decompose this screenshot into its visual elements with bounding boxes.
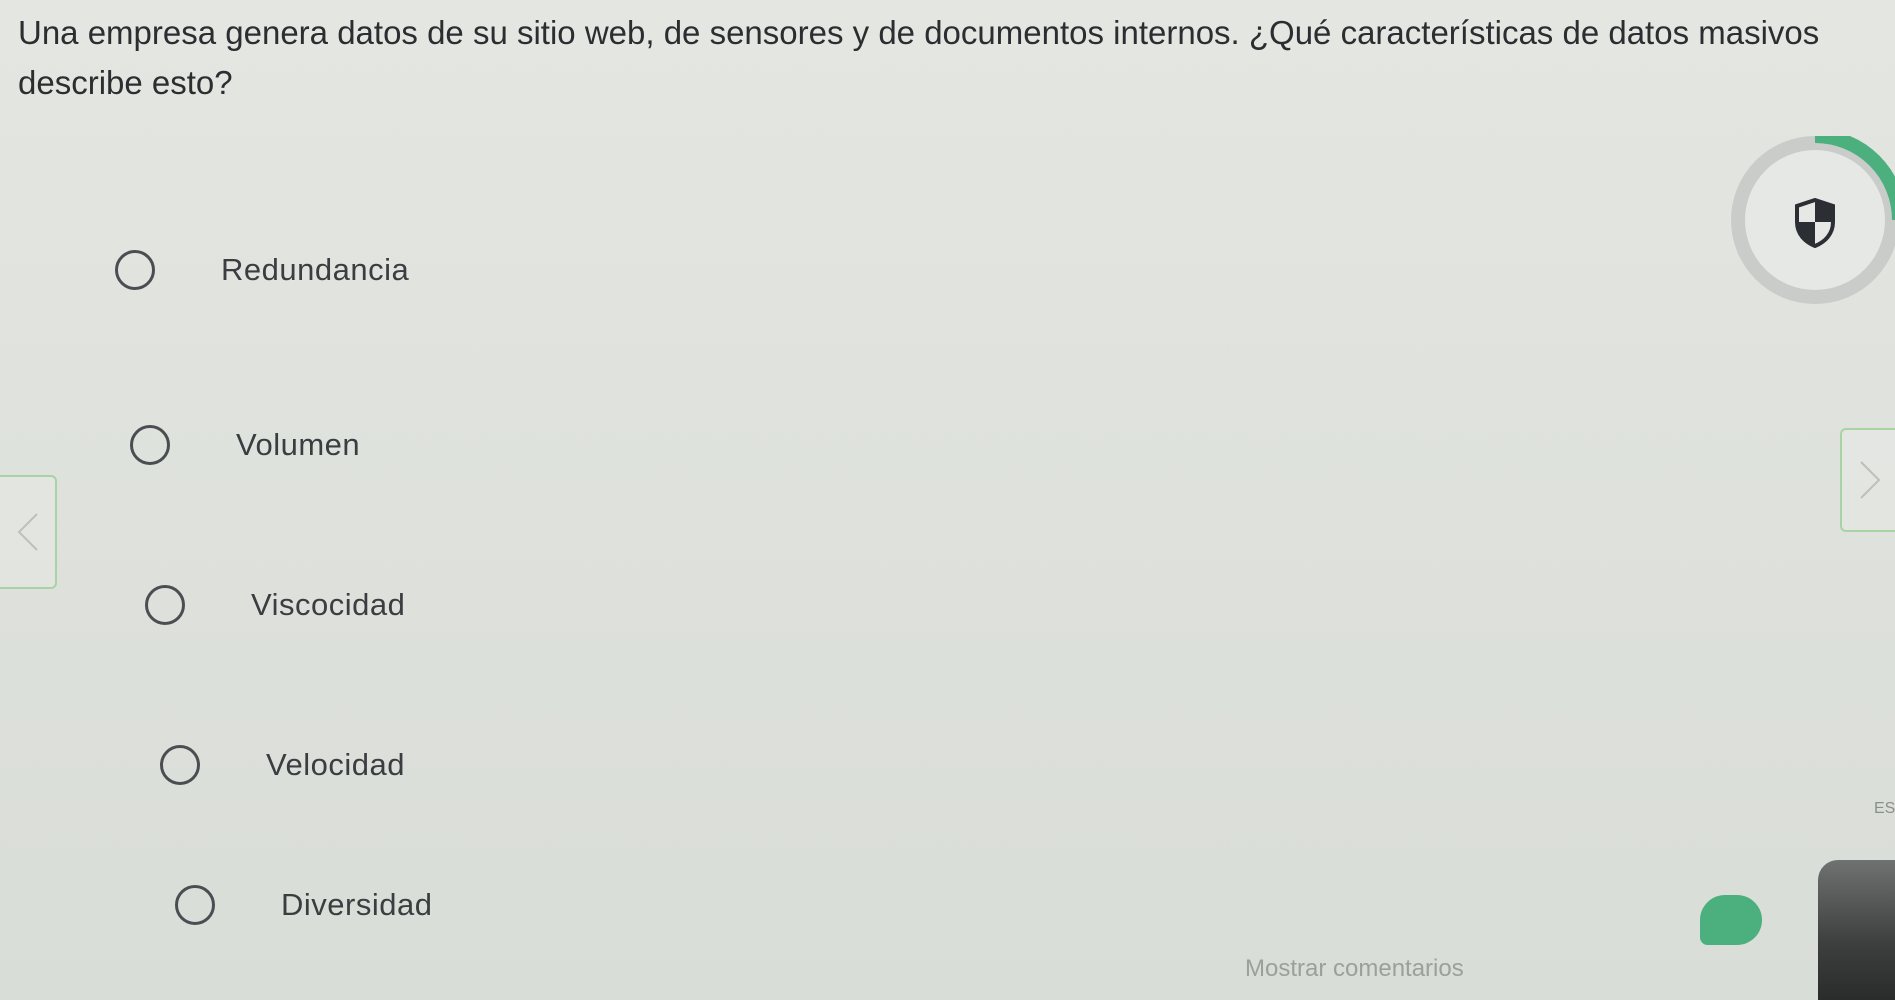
- chevron-left-icon: [17, 513, 38, 551]
- radio-button[interactable]: [145, 585, 185, 625]
- option-label: Volumen: [236, 427, 361, 462]
- next-button[interactable]: [1840, 428, 1895, 532]
- radio-button[interactable]: [130, 425, 170, 465]
- answer-options: Redundancia Volumen Viscocidad Velocidad…: [0, 0, 1895, 1000]
- security-widget[interactable]: [1745, 136, 1895, 290]
- chevron-right-icon: [1859, 461, 1880, 499]
- shield-icon: [1795, 198, 1835, 248]
- language-indicator[interactable]: ES: [1874, 800, 1895, 818]
- option-volumen[interactable]: Volumen: [130, 425, 360, 465]
- option-label: Velocidad: [266, 747, 405, 782]
- previous-button[interactable]: [0, 475, 57, 589]
- system-tray: [1818, 860, 1895, 1000]
- option-velocidad[interactable]: Velocidad: [160, 745, 405, 785]
- option-redundancia[interactable]: Redundancia: [115, 250, 409, 290]
- chat-bubble-icon[interactable]: [1700, 895, 1762, 945]
- radio-button[interactable]: [160, 745, 200, 785]
- option-label: Viscocidad: [251, 587, 406, 622]
- radio-button[interactable]: [175, 885, 215, 925]
- option-label: Redundancia: [221, 252, 410, 287]
- option-viscocidad[interactable]: Viscocidad: [145, 585, 405, 625]
- show-comments-link[interactable]: Mostrar comentarios: [1245, 955, 1464, 983]
- option-label: Diversidad: [281, 887, 433, 922]
- option-diversidad[interactable]: Diversidad: [175, 885, 432, 925]
- radio-button[interactable]: [115, 250, 155, 290]
